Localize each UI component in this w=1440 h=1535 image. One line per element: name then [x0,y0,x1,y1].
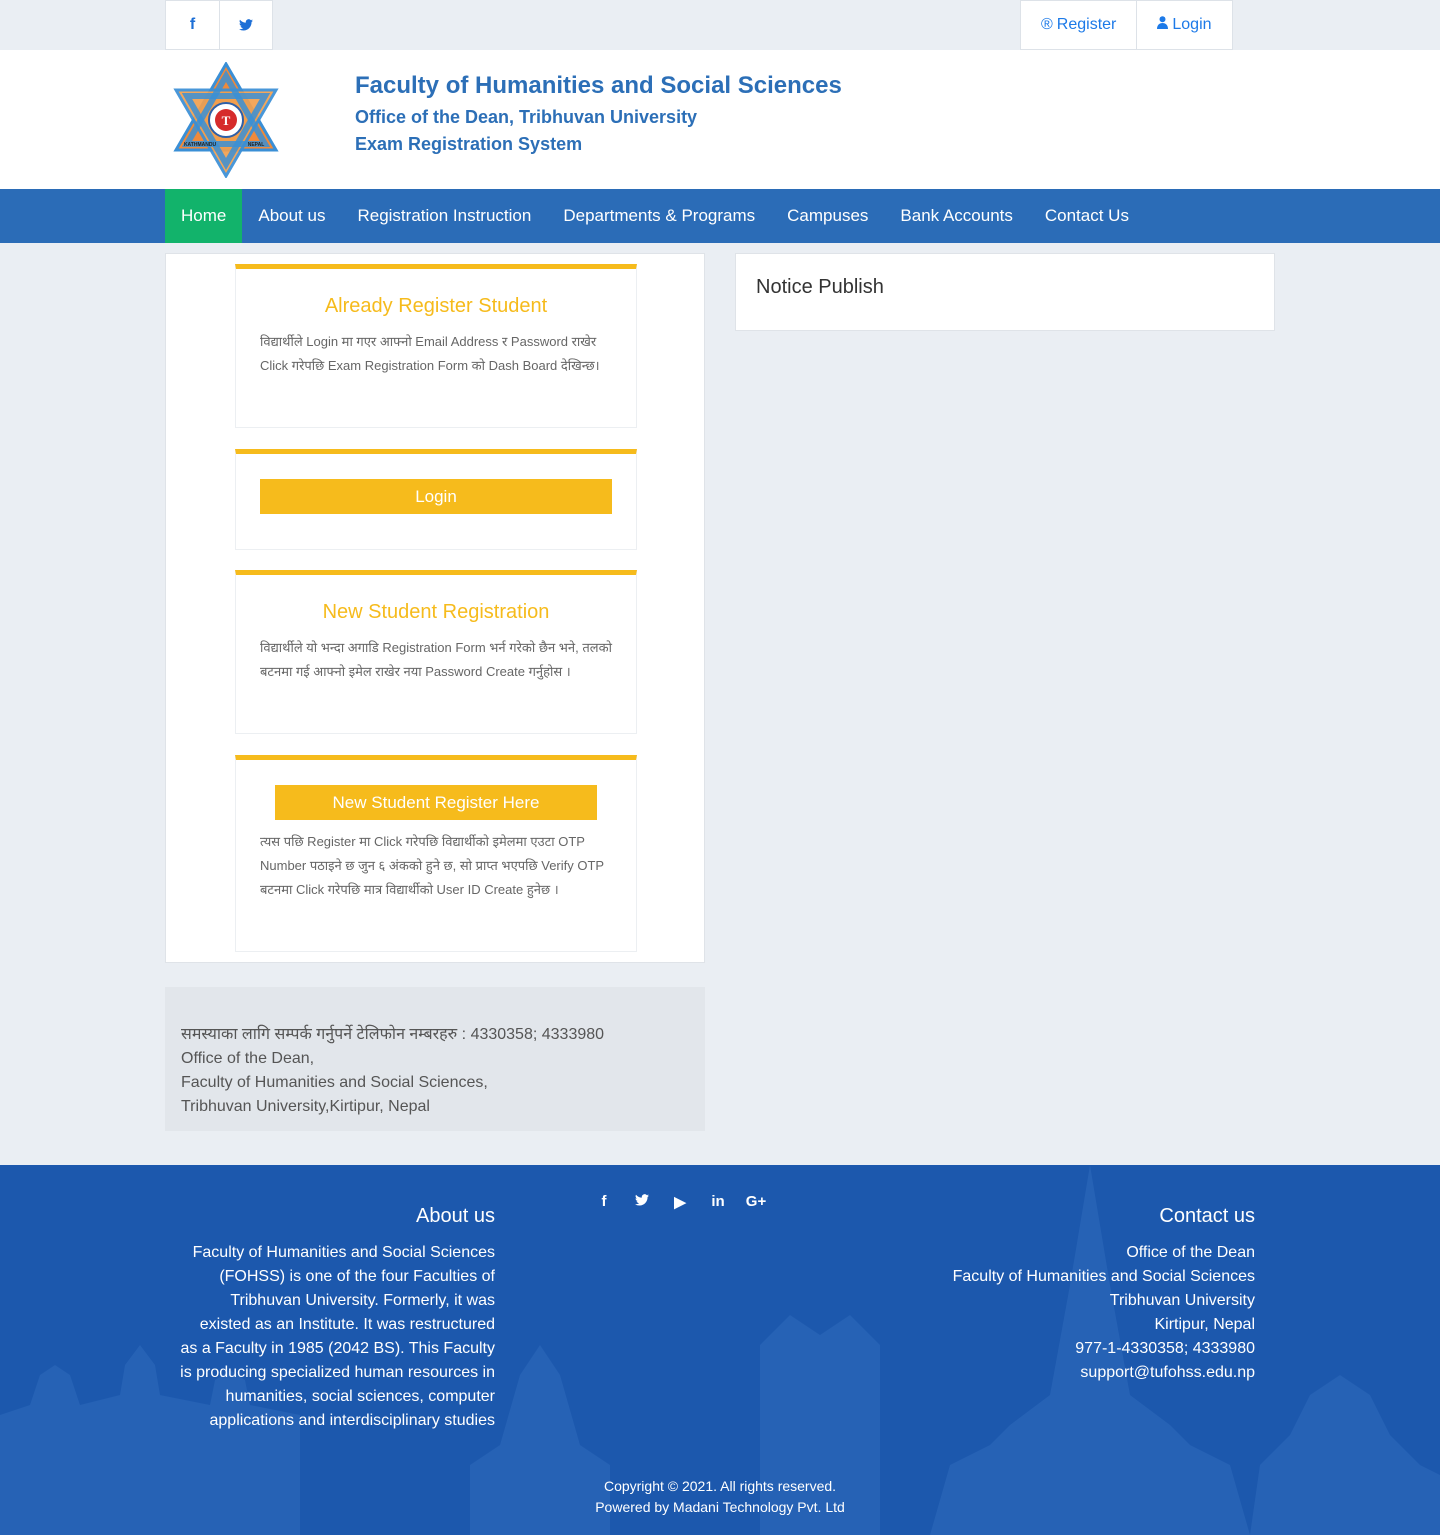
facebook-icon[interactable]: f [585,1193,623,1211]
svg-text:KATHMANDU: KATHMANDU [184,142,217,148]
nav-departments-programs[interactable]: Departments & Programs [547,189,771,243]
register-label: Register [1056,16,1117,33]
registered-icon: ® [1041,16,1053,33]
footer-contact-location: Kirtipur, Nepal [1154,1316,1256,1333]
already-registered-text: विद्यार्थीले Login मा गएर आफ्नो Email Ad… [260,334,600,373]
register-instructions-text: त्यस पछि Register मा Click गरेपछि विद्या… [260,834,604,897]
contact-faculty-line: Faculty of Humanities and Social Science… [181,1074,488,1091]
nav-home[interactable]: Home [165,189,243,243]
new-student-card: New Student Registration विद्यार्थीले यो… [235,570,637,734]
already-registered-card: Already Register Student विद्यार्थीले Lo… [235,264,637,428]
contact-address-line: Tribhuvan University,Kirtipur, Nepal [181,1098,430,1115]
footer-contact-phone: 977-1-4330358; 4333980 [1075,1340,1255,1357]
youtube-icon[interactable]: ▶ [661,1193,699,1211]
footer-contact-faculty: Faculty of Humanities and Social Science… [952,1268,1255,1285]
linkedin-icon[interactable]: in [699,1193,737,1211]
contact-office-line: Office of the Dean, [181,1050,315,1067]
footer-about-title: About us [416,1205,495,1227]
login-card: Login [235,449,637,550]
svg-text:NEPAL: NEPAL [248,142,265,148]
footer-contact-university: Tribhuvan University [1109,1292,1255,1309]
footer-contact-email[interactable]: support@tufohss.edu.np [953,1361,1255,1385]
registration-panel: Already Register Student विद्यार्थीले Lo… [165,253,705,963]
top-bar: f ® Register Login [0,0,1440,50]
login-card-button[interactable]: Login [260,479,612,514]
site-footer: About us Faculty of Humanities and Socia… [0,1165,1440,1535]
notice-panel: Notice Publish [735,253,1275,331]
login-button[interactable]: Login [1136,1,1231,49]
new-student-register-button[interactable]: New Student Register Here [275,785,597,820]
contact-phone-line: समस्याका लागि सम्पर्क गर्नुपर्ने टेलिफोन… [181,1026,605,1043]
new-student-title: New Student Registration [322,601,550,623]
footer-contact-title: Contact us [1159,1205,1255,1227]
footer-copyright: Copyright © 2021. All rights reserved. [603,1478,837,1494]
footer-contact-office: Office of the Dean [1126,1244,1255,1261]
footer-contact-details: Office of the Dean Faculty of Humanities… [953,1241,1255,1385]
already-registered-title: Already Register Student [324,295,548,317]
site-subtitle-office: Office of the Dean, Tribhuvan University [355,107,698,127]
twitter-icon[interactable] [623,1193,661,1211]
top-social-links: f [165,0,273,50]
contact-info-box: समस्याका लागि सम्पर्क गर्नुपर्ने टेलिफोन… [165,987,705,1131]
nav-about-us[interactable]: About us [242,189,341,243]
nav-campuses[interactable]: Campuses [771,189,884,243]
twitter-icon[interactable] [219,1,272,49]
main-navigation: Home About us Registration Instruction D… [0,189,1440,243]
footer-powered-by[interactable]: Powered by Madani Technology Pvt. Ltd [0,1499,1440,1515]
login-label: Login [1172,16,1212,33]
nav-contact-us[interactable]: Contact Us [1029,189,1145,243]
notice-title: Notice Publish [756,276,884,298]
auth-links: ® Register Login [1020,0,1233,50]
register-button[interactable]: ® Register [1021,1,1136,49]
university-logo[interactable]: T KATHMANDU NEPAL [170,61,282,179]
footer-social-links: f ▶ in G+ [585,1193,775,1211]
site-header: T KATHMANDU NEPAL Faculty of Humanities … [0,50,1440,189]
site-title: Faculty of Humanities and Social Science… [355,72,842,99]
svg-text:T: T [222,113,231,128]
site-subtitle-system: Exam Registration System [355,134,583,154]
new-student-text: विद्यार्थीले यो भन्दा अगाडि Registration… [260,640,612,679]
google-plus-icon[interactable]: G+ [737,1193,775,1211]
facebook-icon[interactable]: f [166,1,219,49]
register-card: New Student Register Here त्यस पछि Regis… [235,755,637,952]
nav-bank-accounts[interactable]: Bank Accounts [884,189,1028,243]
user-icon [1157,16,1169,34]
footer-about-text: Faculty of Humanities and Social Science… [180,1244,495,1429]
nav-registration-instruction[interactable]: Registration Instruction [341,189,547,243]
